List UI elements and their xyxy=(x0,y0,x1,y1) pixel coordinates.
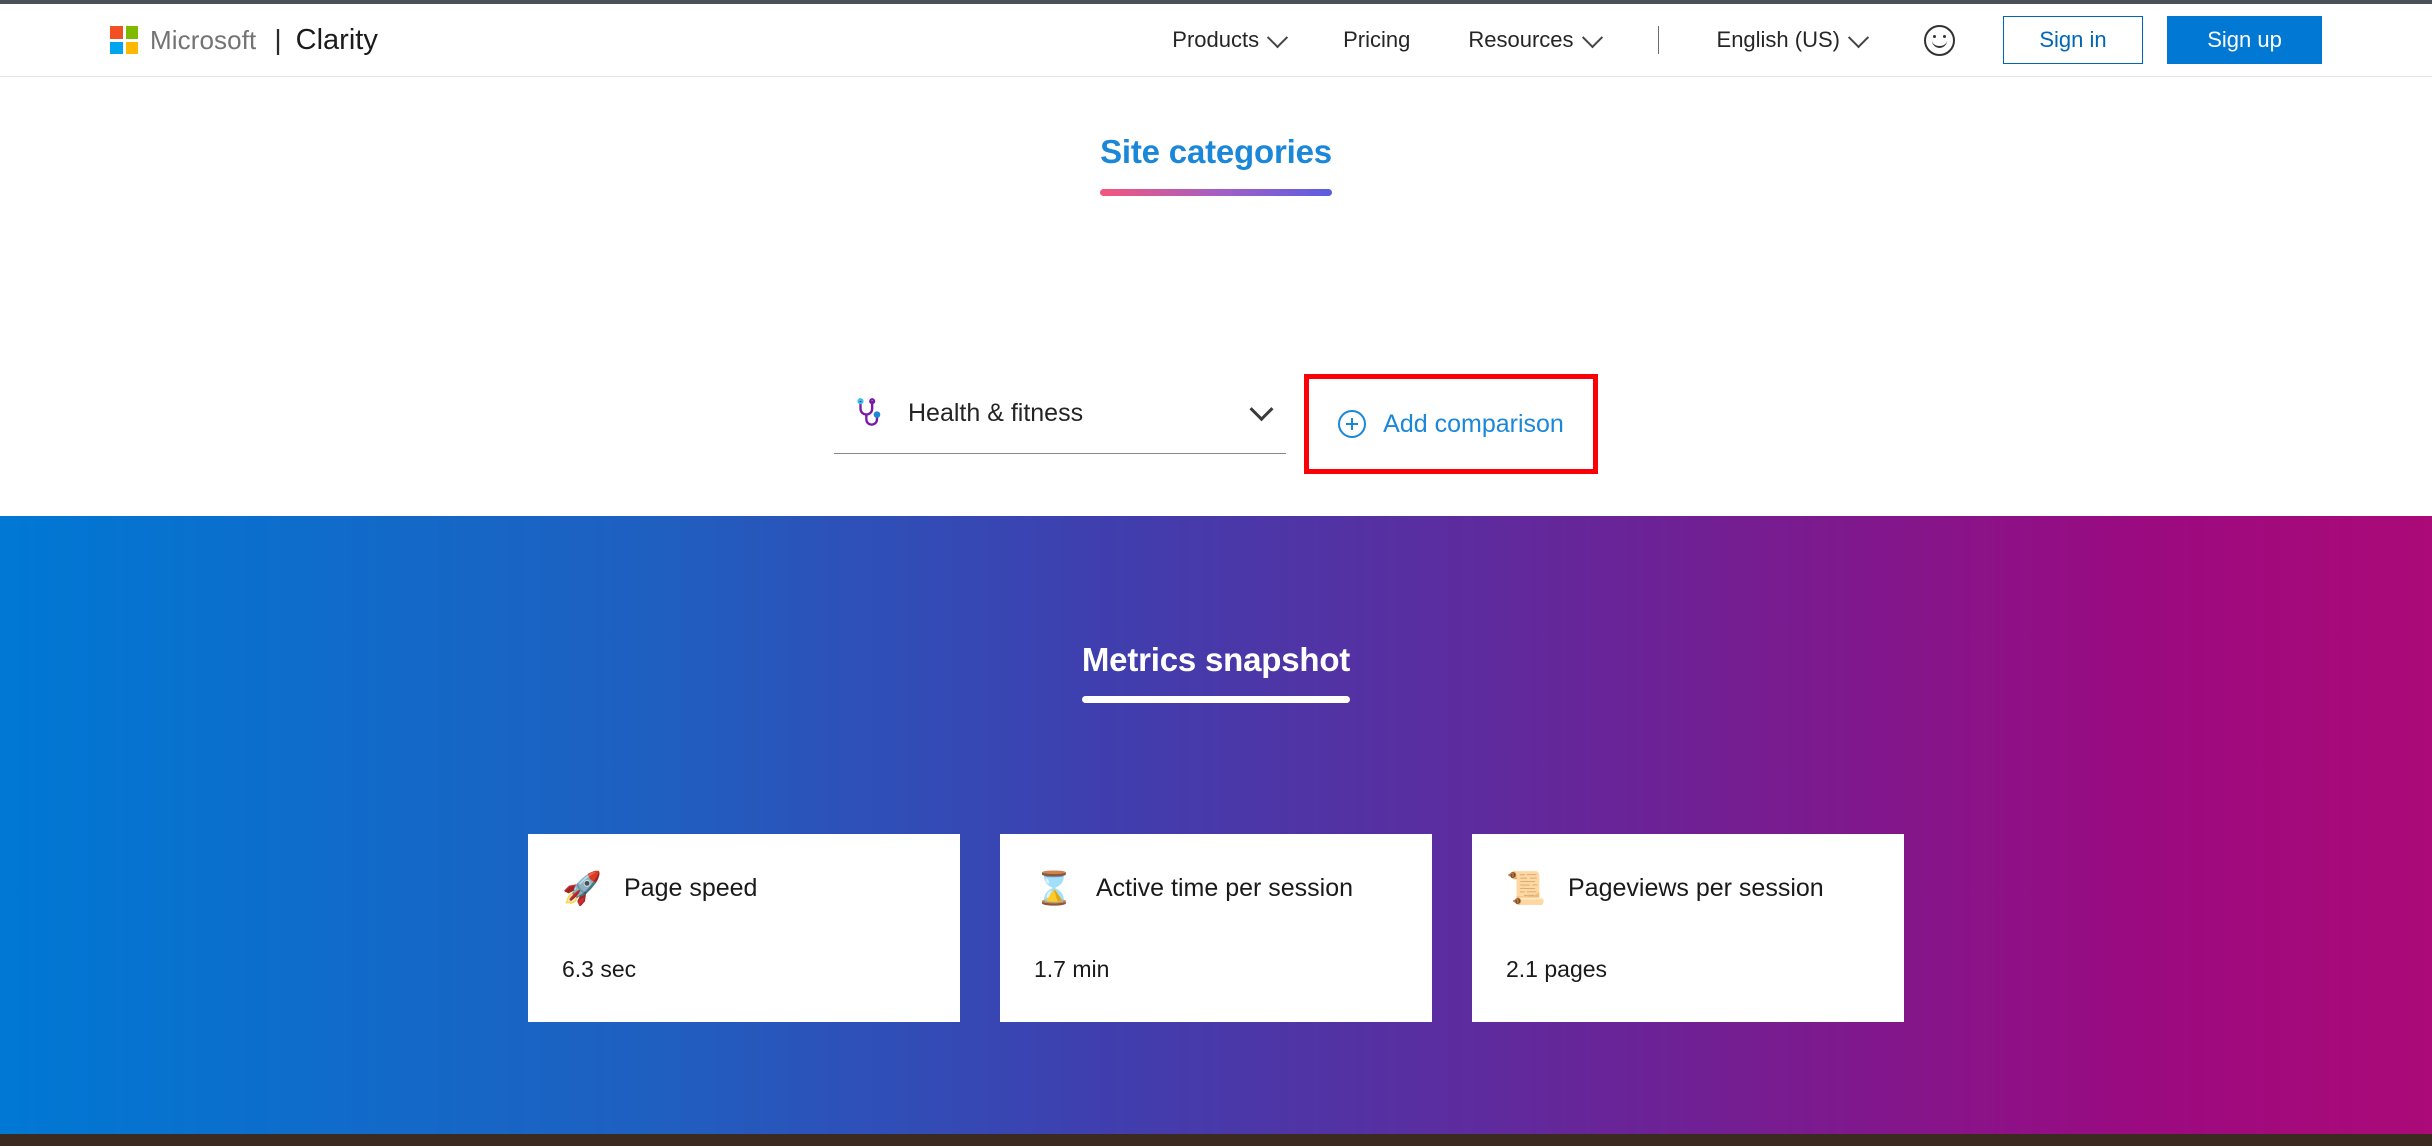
microsoft-wordmark: Microsoft xyxy=(150,25,256,56)
title-underline-rule xyxy=(1100,189,1332,196)
rocket-emoji-icon: 🚀 xyxy=(562,872,596,904)
metric-card-title: Pageviews per session xyxy=(1568,874,1824,903)
nav-item-resources[interactable]: Resources xyxy=(1468,27,1599,53)
language-selector[interactable]: English (US) xyxy=(1717,27,1866,53)
smiley-face-icon[interactable] xyxy=(1924,25,1955,56)
chevron-down-icon xyxy=(1249,397,1273,421)
metric-card-header: 🚀 Page speed xyxy=(562,872,926,904)
site-categories-heading: Site categories xyxy=(0,133,2432,196)
metric-card-title: Page speed xyxy=(624,874,757,903)
metrics-title: Metrics snapshot xyxy=(1082,641,1350,679)
metric-card-value: 2.1 pages xyxy=(1506,956,1607,983)
nav-item-pricing-label: Pricing xyxy=(1343,27,1410,53)
add-comparison-button[interactable]: Add comparison xyxy=(1338,410,1564,439)
product-name: Clarity xyxy=(296,24,378,57)
metrics-snapshot-heading: Metrics snapshot xyxy=(0,641,2432,703)
site-categories-section: Site categories Health & fitness Add com… xyxy=(0,78,2432,516)
chevron-down-icon xyxy=(1848,27,1869,48)
metrics-underline-rule xyxy=(1082,696,1350,703)
sign-up-button[interactable]: Sign up xyxy=(2167,16,2322,64)
chevron-down-icon xyxy=(1581,27,1602,48)
metric-cards-row: 🚀 Page speed 6.3 sec ⌛ Active time per s… xyxy=(0,834,2432,1022)
metric-card[interactable]: ⌛ Active time per session 1.7 min xyxy=(1000,834,1432,1022)
bottom-bar xyxy=(0,1134,2432,1146)
plus-circle-icon xyxy=(1338,410,1366,438)
add-comparison-label: Add comparison xyxy=(1383,410,1564,439)
metric-card[interactable]: 📜 Pageviews per session 2.1 pages xyxy=(1472,834,1904,1022)
metric-card-header: 📜 Pageviews per session xyxy=(1506,872,1870,904)
metric-card-header: ⌛ Active time per session xyxy=(1034,872,1398,904)
nav-divider xyxy=(1658,26,1659,54)
metric-card-value: 1.7 min xyxy=(1034,956,1109,983)
nav-item-products[interactable]: Products xyxy=(1172,27,1285,53)
metric-card-value: 6.3 sec xyxy=(562,956,636,983)
nav-item-resources-label: Resources xyxy=(1468,27,1573,53)
scroll-emoji-icon: 📜 xyxy=(1506,872,1540,904)
site-header: Microsoft | Clarity Products Pricing Res… xyxy=(0,4,2432,77)
hourglass-emoji-icon: ⌛ xyxy=(1034,872,1068,904)
category-controls-row: Health & fitness Add comparison xyxy=(0,374,2432,474)
metric-card-title: Active time per session xyxy=(1096,874,1353,903)
sign-in-button[interactable]: Sign in xyxy=(2003,16,2143,64)
category-dropdown-value: Health & fitness xyxy=(908,399,1083,428)
nav-item-products-label: Products xyxy=(1172,27,1259,53)
microsoft-logo-icon xyxy=(110,26,138,54)
metrics-snapshot-section: Metrics snapshot 🚀 Page speed 6.3 sec ⌛ … xyxy=(0,516,2432,1134)
add-comparison-highlight: Add comparison xyxy=(1304,374,1598,474)
brand-separator: | xyxy=(274,24,281,56)
metric-card[interactable]: 🚀 Page speed 6.3 sec xyxy=(528,834,960,1022)
primary-navigation: Products Pricing Resources English (US) … xyxy=(1172,4,2432,76)
brand-area[interactable]: Microsoft | Clarity xyxy=(110,4,378,76)
chevron-down-icon xyxy=(1267,27,1288,48)
language-selector-label: English (US) xyxy=(1717,27,1840,53)
page-title: Site categories xyxy=(1100,133,1332,171)
category-dropdown[interactable]: Health & fitness xyxy=(834,374,1286,454)
nav-item-pricing[interactable]: Pricing xyxy=(1343,27,1410,53)
stethoscope-icon xyxy=(852,397,886,431)
